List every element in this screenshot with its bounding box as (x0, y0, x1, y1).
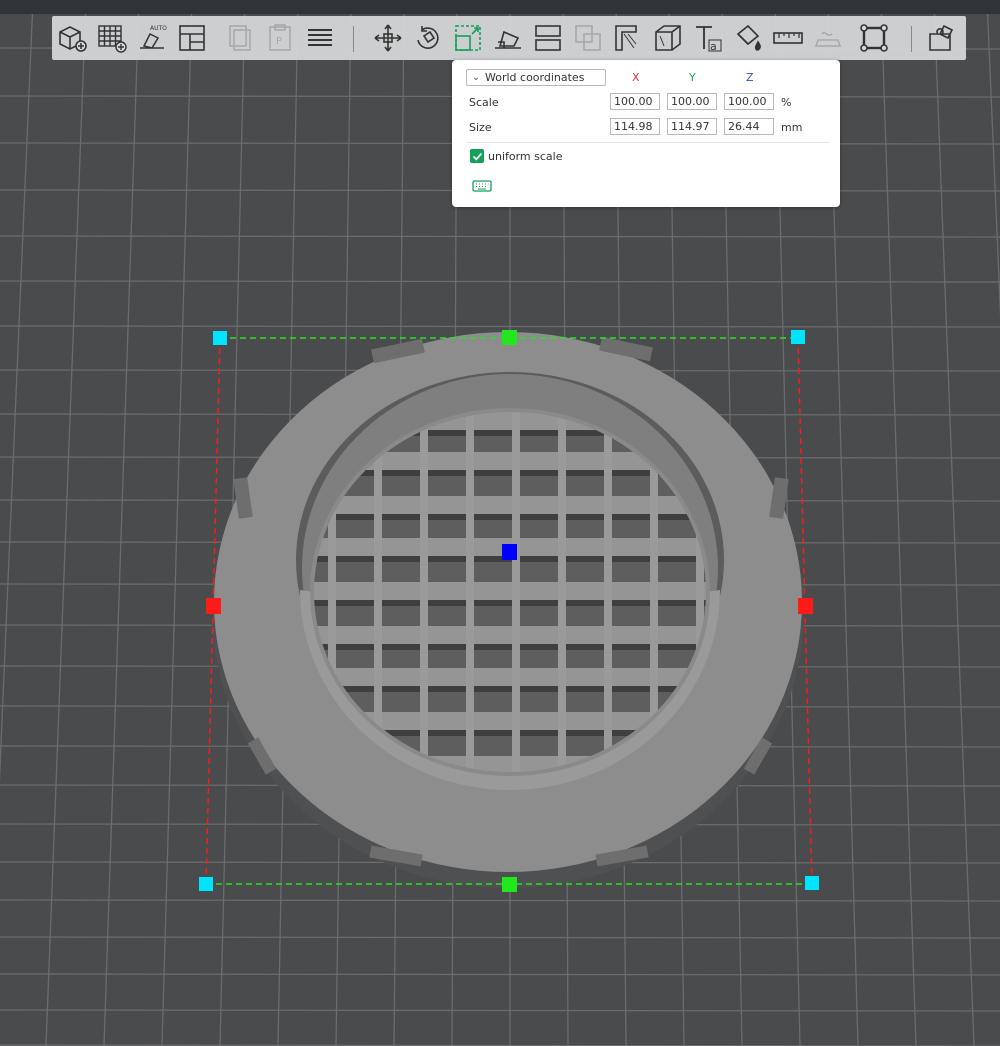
size-x-input[interactable] (610, 118, 660, 135)
main-toolbar: AUTO P a (52, 16, 966, 60)
rotate-icon[interactable] (410, 20, 446, 56)
scale-z-input[interactable] (724, 93, 774, 110)
axis-y-label: Y (689, 71, 696, 84)
checkmark-icon (472, 152, 482, 161)
seam-icon[interactable] (810, 20, 846, 56)
lay-on-face-icon[interactable] (490, 20, 526, 56)
arrange-grid-icon[interactable] (94, 20, 130, 56)
panel-divider (466, 142, 830, 143)
auto-orient-icon[interactable]: AUTO (134, 20, 170, 56)
window-title-strip (0, 0, 1000, 14)
axis-x-label: X (632, 71, 640, 84)
paste-icon[interactable]: P (262, 20, 298, 56)
corner-handle-bottom-left[interactable] (199, 877, 213, 891)
uniform-scale-checkbox[interactable] (470, 149, 484, 163)
color-paint-icon[interactable] (730, 20, 766, 56)
size-z-input[interactable] (724, 118, 774, 135)
cut-icon[interactable] (610, 20, 646, 56)
size-unit: mm (781, 121, 803, 134)
svg-text:AUTO: AUTO (150, 25, 167, 32)
plate-layout-icon[interactable] (174, 20, 210, 56)
support-paint-icon[interactable] (650, 20, 686, 56)
boolean-icon[interactable] (570, 20, 606, 56)
split-icon[interactable] (530, 20, 566, 56)
corner-handle-bottom-right[interactable] (805, 876, 819, 890)
fit-view-icon[interactable] (856, 20, 892, 56)
axis-z-label: Z (746, 71, 754, 84)
coordinate-mode-dropdown[interactable]: ⌄ World coordinates (466, 69, 606, 86)
add-cube-icon[interactable] (54, 20, 90, 56)
scale-x-input[interactable] (610, 93, 660, 110)
corner-handle-top-right[interactable] (791, 330, 805, 344)
size-y-input[interactable] (667, 118, 717, 135)
coordinate-mode-value: World coordinates (485, 71, 585, 84)
size-row-label: Size (469, 121, 492, 134)
y-handle-top[interactable] (502, 330, 517, 345)
layers-icon[interactable] (302, 20, 338, 56)
x-handle-left[interactable] (206, 598, 221, 614)
corner-handle-top-left[interactable] (213, 331, 227, 345)
svg-text:P: P (276, 36, 282, 47)
scale-unit: % (781, 96, 792, 109)
x-handle-right[interactable] (798, 598, 813, 614)
uniform-scale-label: uniform scale (488, 150, 563, 163)
measure-icon[interactable] (770, 20, 806, 56)
text-emboss-icon[interactable]: a (690, 20, 726, 56)
chevron-down-icon: ⌄ (471, 72, 481, 83)
y-handle-bottom[interactable] (502, 877, 517, 892)
model-object[interactable] (212, 332, 804, 888)
move-icon[interactable] (370, 20, 406, 56)
scale-panel: ⌄ World coordinates X Y Z Scale % Size m… (452, 60, 840, 207)
scale-icon[interactable] (450, 20, 486, 56)
assembly-icon[interactable] (924, 20, 960, 56)
center-handle[interactable] (502, 544, 517, 560)
keyboard-icon[interactable] (472, 179, 492, 193)
copy-icon[interactable] (222, 20, 258, 56)
scale-y-input[interactable] (667, 93, 717, 110)
scale-row-label: Scale (469, 96, 499, 109)
